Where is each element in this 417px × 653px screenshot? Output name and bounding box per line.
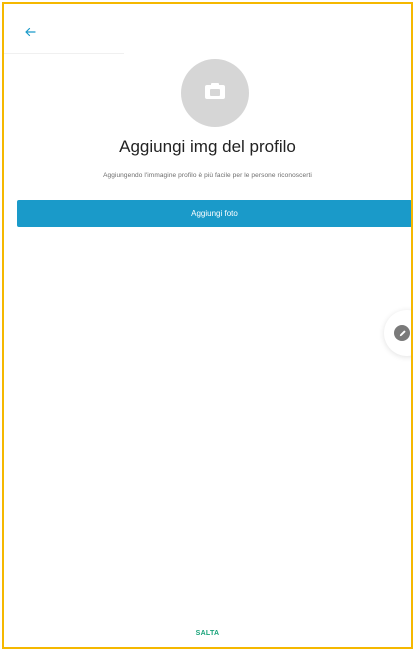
header-divider <box>4 53 124 54</box>
add-photo-button[interactable]: Aggiungi foto <box>17 200 411 227</box>
page-subtitle: Aggiungendo l'immagine profilo è più fac… <box>103 172 312 179</box>
screen-frame: Aggiungi img del profilo Aggiungendo l'i… <box>2 2 413 649</box>
pencil-icon <box>394 325 410 341</box>
profile-avatar-placeholder[interactable] <box>181 59 249 127</box>
add-photo-button-label: Aggiungi foto <box>191 209 238 218</box>
camera-icon <box>204 82 226 105</box>
arrow-left-icon <box>24 25 36 43</box>
page-title: Aggiungi img del profilo <box>119 137 296 156</box>
floating-edit-button[interactable] <box>384 310 411 356</box>
skip-button[interactable]: SALTA <box>4 630 411 637</box>
back-button[interactable] <box>18 22 42 46</box>
